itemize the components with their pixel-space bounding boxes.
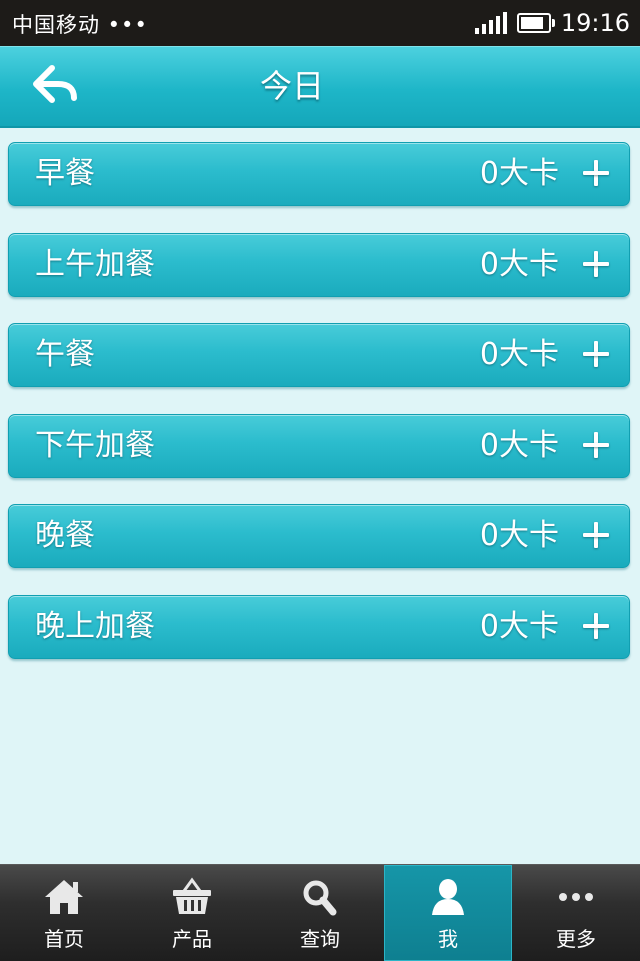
search-icon — [303, 880, 337, 916]
meal-name: 下午加餐 — [35, 427, 155, 463]
home-icon — [45, 880, 83, 914]
meal-name: 午餐 — [35, 337, 95, 372]
status-time: 19:16 — [560, 9, 630, 37]
meal-calories: 0大卡 — [479, 156, 559, 191]
tab-label: 首页 — [44, 927, 84, 951]
tab-home[interactable]: 首页 — [0, 865, 128, 961]
tab-label: 查询 — [300, 927, 340, 951]
meal-row-afternoon-snack[interactable]: 下午加餐 0大卡 — [8, 413, 630, 478]
plus-icon[interactable] — [581, 611, 611, 641]
tab-label: 产品 — [172, 927, 212, 951]
tab-more[interactable]: 更多 — [512, 865, 640, 961]
status-icons: 19:16 — [474, 6, 630, 40]
plus-icon[interactable] — [581, 520, 611, 550]
more-icon — [559, 893, 593, 901]
plus-icon[interactable] — [581, 430, 611, 460]
bottom-tab-bar: 首页 产品 查询 我 更多 — [0, 864, 640, 961]
user-icon — [432, 879, 464, 915]
meal-name: 晚上加餐 — [35, 608, 155, 644]
meal-row-lunch[interactable]: 午餐 0大卡 — [8, 323, 630, 387]
meal-list: 早餐 0大卡 上午加餐 0大卡 午餐 0大卡 下午加餐 0大卡 晚餐 0大卡 晚… — [8, 142, 630, 685]
header-bar: 今日 — [0, 46, 640, 128]
meal-name: 晚餐 — [35, 518, 95, 553]
meal-row-breakfast[interactable]: 早餐 0大卡 — [8, 142, 630, 206]
plus-icon[interactable] — [581, 339, 611, 369]
status-bar: 中国移动 ••• 19:16 — [0, 0, 640, 46]
meal-calories: 0大卡 — [479, 518, 559, 553]
tab-label: 我 — [438, 927, 458, 951]
tab-me[interactable]: 我 — [384, 865, 512, 961]
meal-calories: 0大卡 — [479, 427, 559, 463]
meal-calories: 0大卡 — [479, 337, 559, 372]
meal-row-dinner[interactable]: 晚餐 0大卡 — [8, 504, 630, 568]
carrier-label: 中国移动 ••• — [12, 13, 148, 37]
plus-icon[interactable] — [581, 158, 611, 188]
meal-calories: 0大卡 — [479, 246, 559, 282]
page-title: 今日 — [259, 67, 324, 105]
meal-row-morning-snack[interactable]: 上午加餐 0大卡 — [8, 232, 630, 297]
tab-products[interactable]: 产品 — [128, 865, 256, 961]
basket-icon — [173, 877, 211, 914]
signal-icon — [474, 12, 507, 34]
plus-icon[interactable] — [581, 249, 611, 279]
tab-label: 更多 — [556, 927, 596, 951]
meal-row-evening-snack[interactable]: 晚上加餐 0大卡 — [8, 594, 630, 659]
tab-search[interactable]: 查询 — [256, 865, 384, 961]
battery-icon — [516, 13, 555, 33]
meal-calories: 0大卡 — [479, 608, 559, 644]
meal-name: 上午加餐 — [35, 246, 155, 282]
meal-name: 早餐 — [35, 156, 95, 191]
